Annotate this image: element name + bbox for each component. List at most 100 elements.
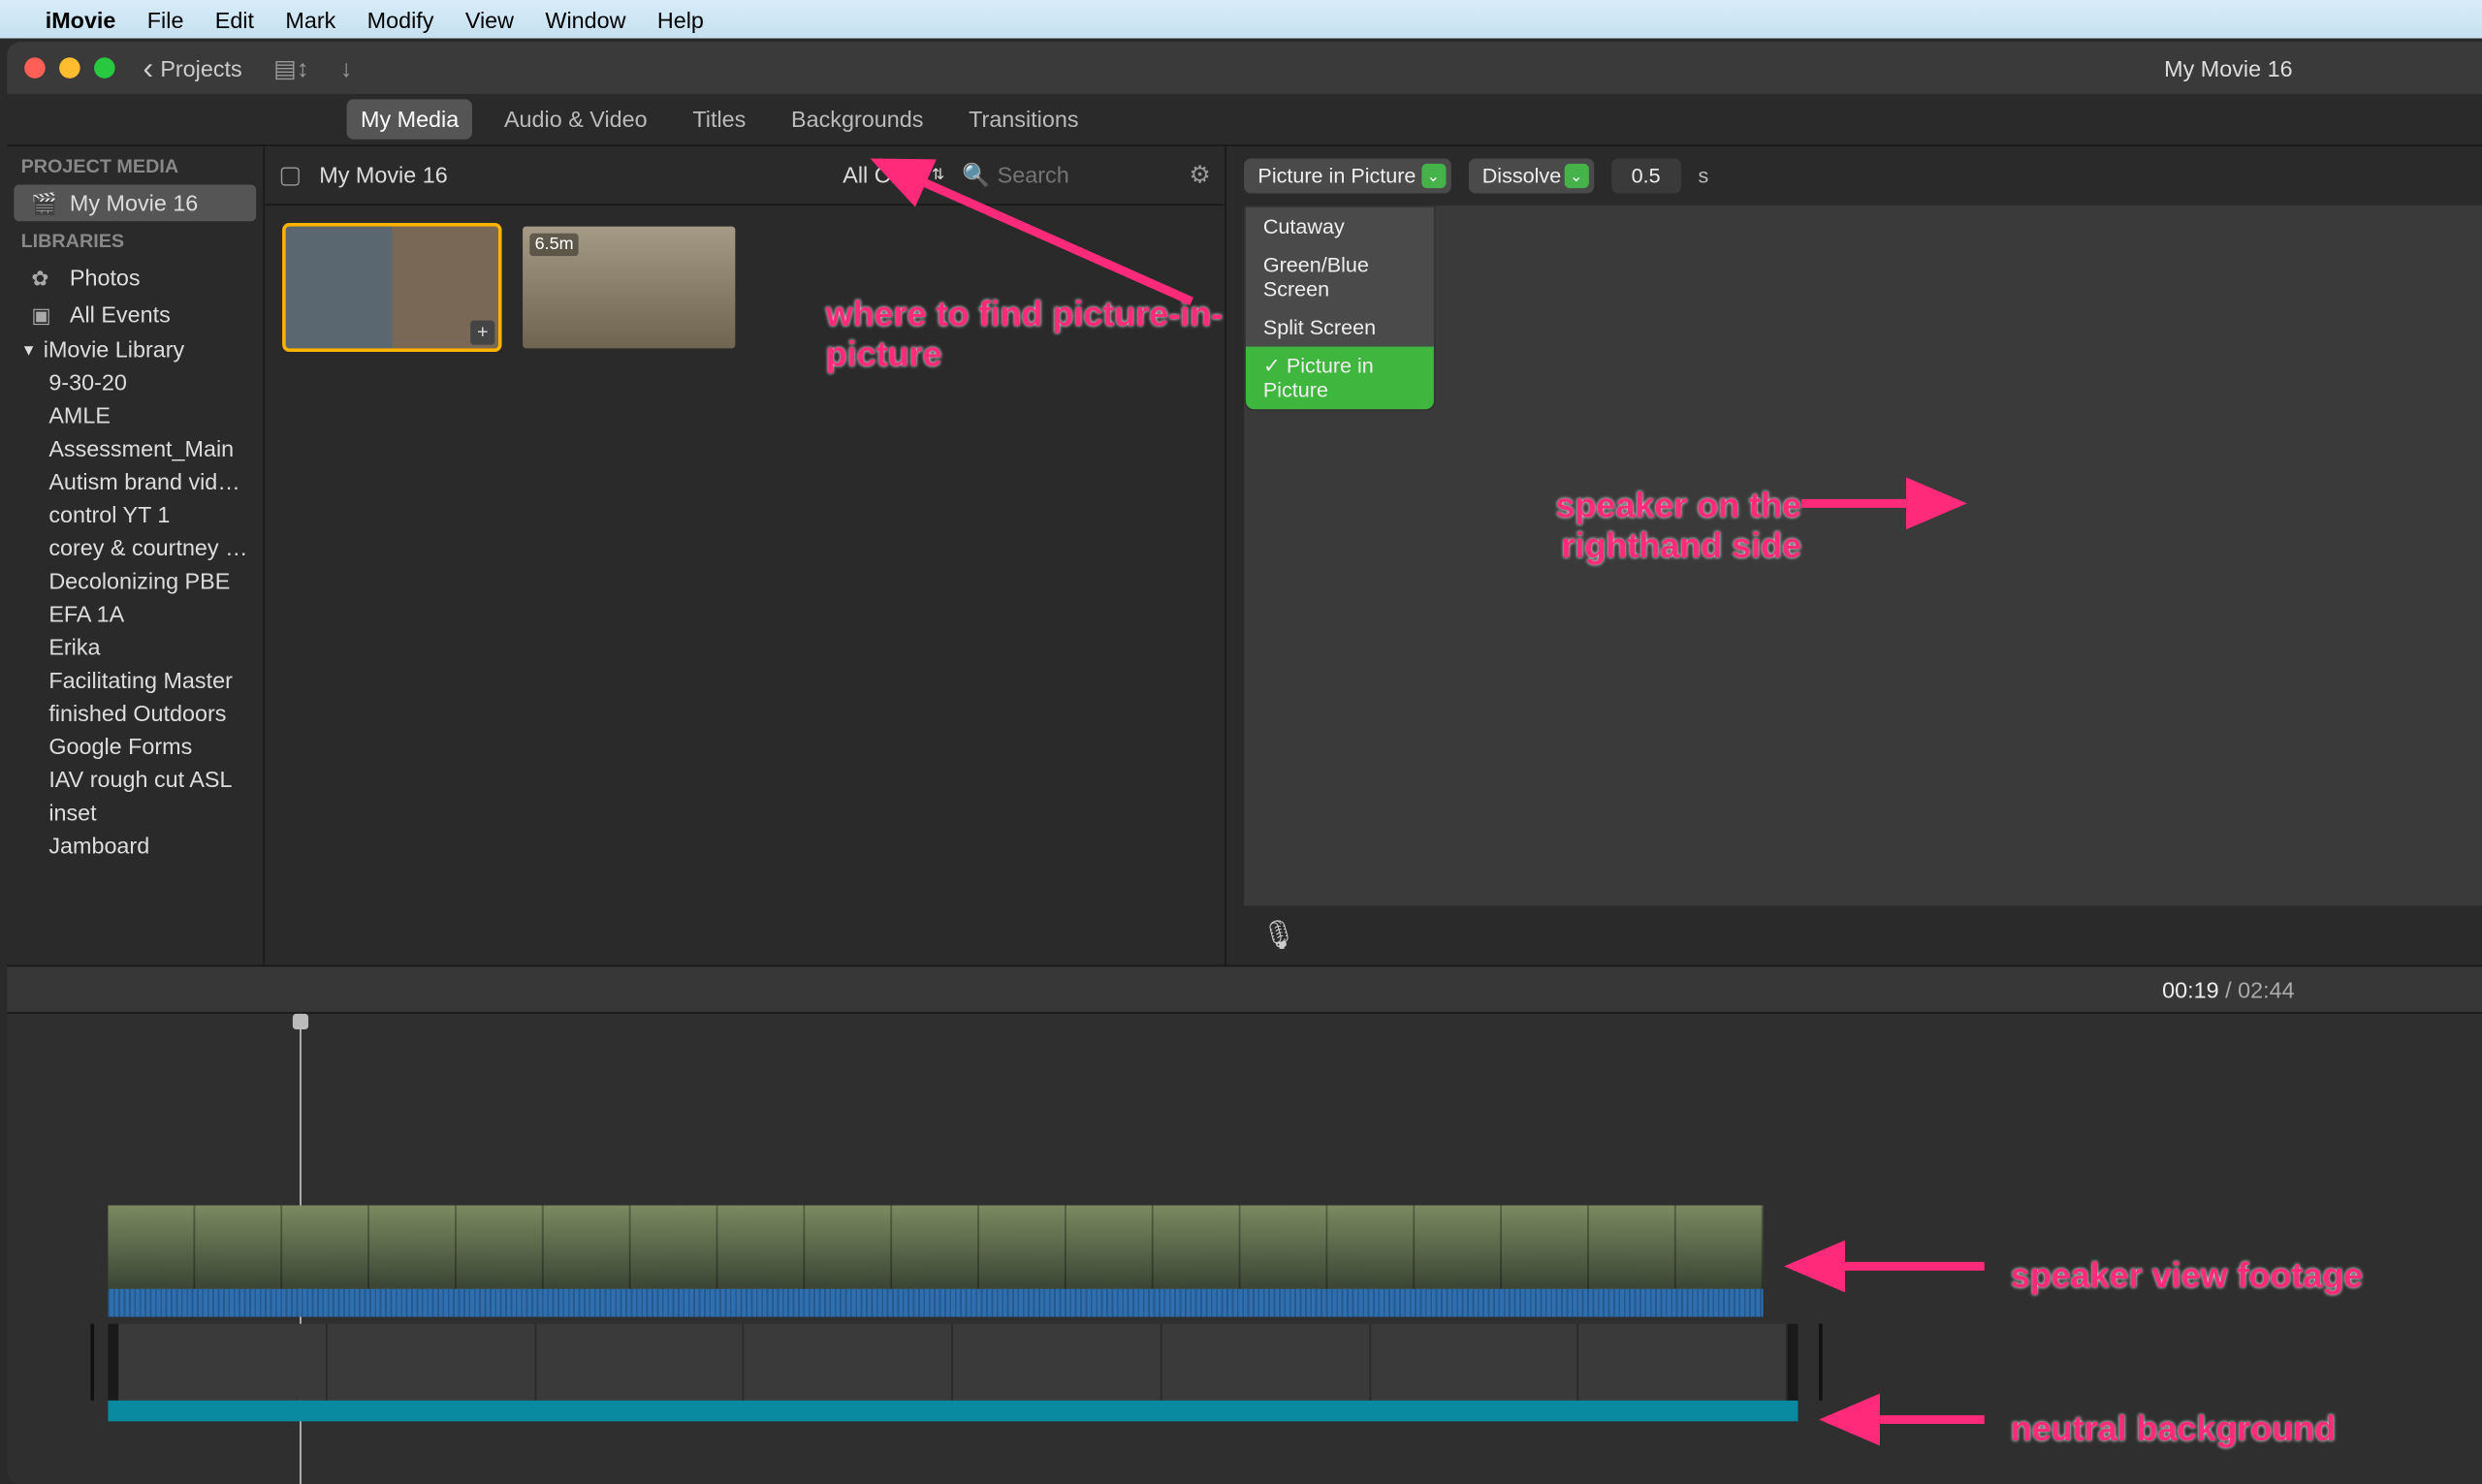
menu-app[interactable]: iMovie bbox=[46, 6, 116, 32]
filmstrip-frame bbox=[1676, 1206, 1764, 1289]
sidebar-event-item[interactable]: inset bbox=[7, 796, 263, 829]
video-track[interactable] bbox=[108, 1206, 1763, 1317]
filmstrip-frame bbox=[1327, 1206, 1415, 1289]
transition-dropdown[interactable]: Dissolve⌄ bbox=[1468, 159, 1593, 194]
tab-my-media[interactable]: My Media bbox=[347, 99, 473, 139]
mac-menubar: iMovie File Edit Mark Modify View Window… bbox=[0, 0, 2482, 39]
menu-item-cutaway[interactable]: Cutaway bbox=[1246, 207, 1434, 246]
sidebar-event-item[interactable]: Erika bbox=[7, 631, 263, 664]
menu-modify[interactable]: Modify bbox=[367, 6, 434, 32]
menu-item-pip[interactable]: Picture in Picture bbox=[1246, 347, 1434, 410]
library-layout-icon[interactable]: ▤↕ bbox=[273, 53, 308, 83]
tab-transitions[interactable]: Transitions bbox=[955, 99, 1093, 139]
clapper-icon: 🎬 bbox=[31, 191, 55, 215]
overlay-mode-dropdown[interactable]: Picture in Picture⌄ bbox=[1244, 159, 1450, 194]
menu-file[interactable]: File bbox=[147, 6, 184, 32]
menu-view[interactable]: View bbox=[465, 6, 514, 32]
window-title: My Movie 16 bbox=[2164, 55, 2292, 81]
dropdown-label: Picture in Picture bbox=[1257, 164, 1416, 188]
sidebar-project-item[interactable]: 🎬My Movie 16 bbox=[14, 184, 256, 221]
filmstrip-frame bbox=[979, 1206, 1066, 1289]
sidebar-event-item[interactable]: 9-30-20 bbox=[7, 365, 263, 398]
transition-duration-field[interactable]: 0.5 bbox=[1611, 159, 1681, 194]
sidebar-item-label: iMovie Library bbox=[44, 336, 184, 363]
annotation-arrow bbox=[843, 153, 1226, 310]
filmstrip-frame bbox=[1502, 1206, 1589, 1289]
background-audio[interactable] bbox=[108, 1401, 1798, 1422]
filmstrip-frame bbox=[717, 1206, 805, 1289]
annotation-arrow bbox=[1784, 1240, 1993, 1292]
sidebar-all-events[interactable]: ▣All Events bbox=[7, 296, 263, 332]
menu-edit[interactable]: Edit bbox=[215, 6, 254, 32]
transport-controls: 🎙 |◀ ▶ ▶| ⤢ bbox=[1226, 905, 2482, 964]
back-to-projects[interactable]: Projects bbox=[143, 49, 241, 86]
sidebar-event-item[interactable]: Autism brand vide… bbox=[7, 465, 263, 498]
minimize-button[interactable] bbox=[59, 57, 80, 79]
filmstrip-frame bbox=[1154, 1206, 1241, 1289]
sidebar-event-item[interactable]: Facilitating Master bbox=[7, 664, 263, 697]
filmstrip-frame bbox=[457, 1206, 544, 1289]
tab-titles[interactable]: Titles bbox=[679, 99, 760, 139]
fullscreen-button[interactable] bbox=[94, 57, 115, 79]
annotation-arrow bbox=[1819, 1394, 1993, 1446]
media-clip-thumb[interactable]: + bbox=[286, 227, 498, 349]
chevron-down-icon: ⌄ bbox=[1421, 164, 1446, 188]
menu-help[interactable]: Help bbox=[657, 6, 704, 32]
filmstrip-frame bbox=[1240, 1206, 1327, 1289]
window-controls bbox=[24, 57, 114, 79]
annotation: neutral background bbox=[2011, 1411, 2337, 1451]
sidebar-item-label: Photos bbox=[70, 265, 141, 291]
background-track[interactable] bbox=[108, 1324, 1798, 1422]
audio-waveform[interactable] bbox=[108, 1289, 1763, 1317]
voiceover-mic-icon[interactable]: 🎙 bbox=[1261, 918, 1297, 953]
sidebar-event-item[interactable]: control YT 1 bbox=[7, 498, 263, 531]
dropdown-label: Dissolve bbox=[1482, 164, 1562, 188]
events-icon: ▣ bbox=[31, 302, 55, 327]
list-view-icon[interactable]: ▢ bbox=[279, 160, 302, 190]
filmstrip-frame bbox=[369, 1206, 457, 1289]
sidebar-event-item[interactable]: Assessment_Main bbox=[7, 432, 263, 465]
viewer-panel: Picture in Picture⌄ Dissolve⌄ 0.5 s Bord… bbox=[1226, 146, 2482, 965]
clip-duration: 6.5m bbox=[529, 234, 579, 256]
media-clip-thumb[interactable]: 6.5m bbox=[523, 227, 735, 349]
clip-edge[interactable] bbox=[108, 1324, 118, 1401]
filmstrip-frame bbox=[108, 1206, 195, 1289]
menu-mark[interactable]: Mark bbox=[285, 6, 335, 32]
sidebar-event-item[interactable]: Jamboard bbox=[7, 829, 263, 862]
sidebar-library[interactable]: ▼iMovie Library bbox=[7, 332, 263, 365]
sidebar-header-project: PROJECT MEDIA bbox=[7, 146, 263, 185]
menu-item-greenscreen[interactable]: Green/Blue Screen bbox=[1246, 245, 1434, 308]
filmstrip-frame bbox=[805, 1206, 892, 1289]
thumb-image bbox=[286, 227, 498, 349]
sidebar-event-item[interactable]: Decolonizing PBE bbox=[7, 564, 263, 597]
sidebar-event-item[interactable]: Google Forms bbox=[7, 730, 263, 763]
filmstrip-frame bbox=[892, 1206, 979, 1289]
clip-marker bbox=[1819, 1324, 1823, 1401]
chevron-down-icon: ⌄ bbox=[1564, 164, 1588, 188]
photos-icon: ✿ bbox=[31, 266, 55, 290]
clip-edge[interactable] bbox=[1788, 1324, 1798, 1401]
menu-window[interactable]: Window bbox=[545, 6, 625, 32]
sidebar-event-item[interactable]: EFA 1A bbox=[7, 597, 263, 630]
import-icon[interactable]: ↓ bbox=[340, 54, 353, 82]
tab-audio-video[interactable]: Audio & Video bbox=[491, 99, 661, 139]
filmstrip-frame bbox=[1589, 1206, 1676, 1289]
sidebar-photos[interactable]: ✿ Photos bbox=[7, 260, 263, 297]
sidebar-event-item[interactable]: IAV rough cut ASL bbox=[7, 763, 263, 796]
filmstrip-frame bbox=[631, 1206, 718, 1289]
clip-marker bbox=[90, 1324, 94, 1401]
tab-strip: My Media Audio & Video Titles Background… bbox=[7, 94, 2482, 146]
timeline-header: 00:19 / 02:44 Settings bbox=[7, 965, 2482, 1014]
timecode: 00:19 / 02:44 bbox=[2162, 976, 2294, 1002]
sidebar-event-item[interactable]: finished Outdoors bbox=[7, 697, 263, 730]
menu-item-splitscreen[interactable]: Split Screen bbox=[1246, 308, 1434, 347]
sidebar-event-item[interactable]: AMLE bbox=[7, 399, 263, 432]
tab-backgrounds[interactable]: Backgrounds bbox=[778, 99, 938, 139]
close-button[interactable] bbox=[24, 57, 46, 79]
seconds-unit: s bbox=[1699, 164, 1709, 188]
background-clip[interactable] bbox=[108, 1324, 1798, 1401]
add-clip-button[interactable]: + bbox=[470, 321, 494, 345]
clip-filmstrip[interactable] bbox=[108, 1206, 1763, 1289]
timeline[interactable]: speaker view footage neutral background bbox=[7, 1014, 2482, 1484]
sidebar-event-item[interactable]: corey & courtney f… bbox=[7, 531, 263, 564]
